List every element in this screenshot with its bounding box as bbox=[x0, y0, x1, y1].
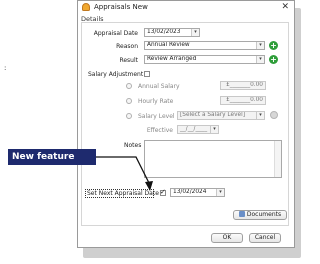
plus-icon[interactable]: + bbox=[269, 55, 278, 64]
notes-label: Notes bbox=[124, 142, 142, 149]
annual-salary-field[interactable]: £_______0.00 bbox=[220, 81, 266, 90]
appraisal-icon bbox=[82, 3, 90, 11]
hourly-rate-radio[interactable] bbox=[126, 98, 132, 104]
result-select[interactable]: Review Arranged ▾ bbox=[144, 55, 265, 64]
next-appraisal-date-field[interactable]: 13/02/2024 ▾ bbox=[170, 188, 225, 197]
gear-icon[interactable] bbox=[270, 111, 278, 119]
salary-adjustment-checkbox[interactable] bbox=[144, 71, 150, 77]
chevron-down-icon[interactable]: ▾ bbox=[191, 29, 199, 36]
salary-adjustment-label: Salary Adjustment bbox=[88, 71, 144, 78]
result-label: Result bbox=[119, 57, 138, 64]
cancel-button[interactable]: Cancel bbox=[249, 233, 281, 243]
effective-date-field[interactable]: __/__/____ ▾ bbox=[177, 125, 219, 134]
appraisal-dialog: Appraisals New ✕ Details Appraisal Date … bbox=[77, 0, 295, 248]
title-bar: Appraisals New ✕ bbox=[78, 1, 294, 13]
appraisal-date-label: Appraisal Date bbox=[93, 30, 138, 37]
documents-icon bbox=[238, 211, 245, 217]
next-appraisal-label: Set Next Appraisal Date bbox=[87, 190, 159, 197]
annual-salary-radio[interactable] bbox=[126, 83, 132, 89]
new-feature-callout: New feature bbox=[8, 149, 96, 165]
stray-text: : bbox=[4, 64, 7, 72]
effective-label: Effective bbox=[146, 127, 173, 134]
salary-level-radio[interactable] bbox=[126, 113, 132, 119]
next-appraisal-checkbox[interactable] bbox=[160, 188, 166, 196]
chevron-down-icon[interactable]: ▾ bbox=[256, 42, 264, 49]
hourly-rate-field[interactable]: £_______0.00 bbox=[220, 96, 266, 105]
plus-icon[interactable]: + bbox=[269, 41, 278, 50]
reason-label: Reason bbox=[116, 43, 138, 50]
salary-level-label: Salary Level bbox=[138, 113, 175, 120]
chevron-down-icon[interactable]: ▾ bbox=[210, 126, 218, 133]
details-panel: Appraisal Date 13/02/2023 ▾ Reason Annua… bbox=[81, 22, 289, 226]
notes-scrollbar[interactable] bbox=[274, 141, 281, 177]
dialog-title: Appraisals New bbox=[94, 3, 148, 11]
appraisal-date-field[interactable]: 13/02/2023 ▾ bbox=[144, 28, 200, 37]
close-button[interactable]: ✕ bbox=[281, 1, 289, 13]
reason-select[interactable]: Annual Review ▾ bbox=[144, 41, 265, 50]
hourly-rate-label: Hourly Rate bbox=[138, 98, 174, 105]
salary-level-select[interactable]: [Select a Salary Level] ▾ bbox=[177, 111, 265, 120]
annual-salary-label: Annual Salary bbox=[138, 83, 180, 90]
chevron-down-icon[interactable]: ▾ bbox=[216, 189, 224, 196]
chevron-down-icon[interactable]: ▾ bbox=[256, 112, 264, 119]
ok-button[interactable]: OK bbox=[211, 233, 243, 243]
chevron-down-icon[interactable]: ▾ bbox=[256, 56, 264, 63]
notes-textarea[interactable] bbox=[144, 140, 282, 178]
documents-button[interactable]: Documents bbox=[233, 210, 287, 220]
